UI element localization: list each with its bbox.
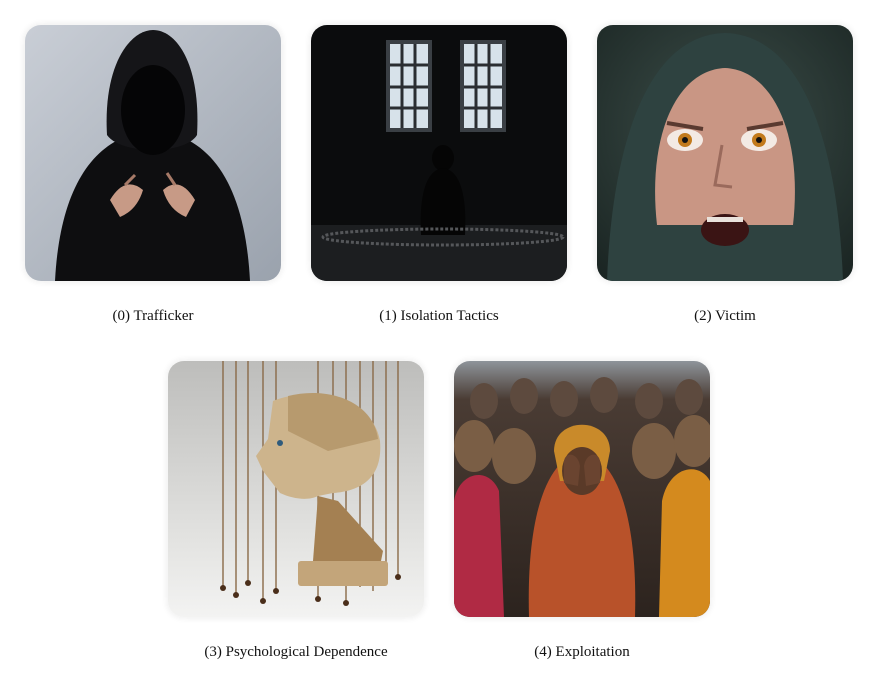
panel-exploitation-image	[454, 361, 710, 617]
caption-trafficker: (0) Trafficker	[112, 308, 194, 324]
caption-isolation-tactics: (1) Isolation Tactics	[379, 308, 499, 324]
panel-isolation-tactics-image	[311, 25, 567, 281]
marionette-head-illustration	[168, 361, 424, 617]
frightened-face-illustration	[597, 25, 853, 281]
caption-psychological-dependence: (3) Psychological Dependence	[204, 644, 388, 660]
panel-trafficker-image	[25, 25, 281, 281]
caption-exploitation: (4) Exploitation	[534, 644, 630, 660]
crowd-illustration	[454, 361, 710, 617]
panel-psychological-dependence-image	[168, 361, 424, 617]
isolation-room-illustration	[311, 25, 567, 281]
hooded-figure-illustration	[25, 25, 281, 281]
caption-victim: (2) Victim	[694, 308, 756, 324]
panel-victim-image	[597, 25, 853, 281]
